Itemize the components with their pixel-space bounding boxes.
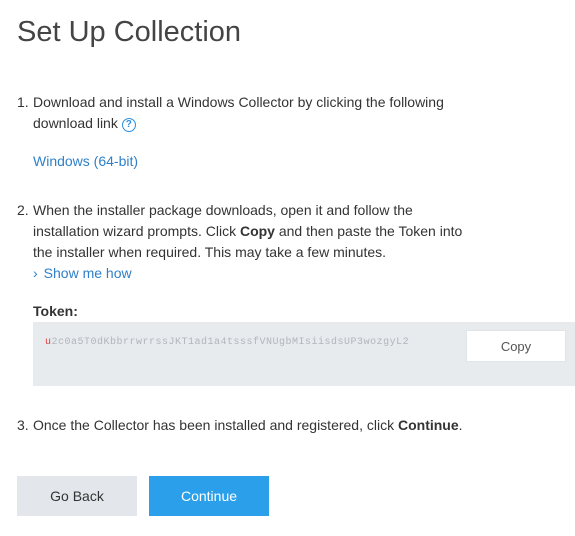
- token-value[interactable]: u2c0a5T0dKbbrrwrrssJKT1ad1a4tsssfVNUgbMI…: [45, 334, 455, 368]
- step-number: 2.: [17, 202, 29, 218]
- step-3-text-after: .: [458, 417, 463, 433]
- continue-button[interactable]: Continue: [149, 476, 269, 516]
- step-3: 3. Once the Collector has been installed…: [17, 415, 467, 436]
- step-3-bold-continue: Continue: [397, 417, 459, 433]
- step-3-text-before: Once the Collector has been installed an…: [33, 417, 398, 433]
- step-1-instruction: Download and install a Windows Collector…: [33, 94, 444, 131]
- question-circle-icon[interactable]: ?: [121, 118, 136, 132]
- page-title: Set Up Collection: [17, 16, 242, 48]
- step-number: 3.: [17, 417, 29, 433]
- step-2-bold-copy: Copy: [239, 223, 275, 239]
- step-3-text: Once the Collector has been installed an…: [33, 415, 467, 436]
- show-me-how-label: Show me how: [43, 265, 132, 281]
- windows-64bit-download-link[interactable]: Windows (64-bit): [33, 151, 138, 172]
- show-me-how-expander[interactable]: › Show me how: [33, 263, 132, 284]
- step-1: 1. Download and install a Windows Collec…: [17, 92, 467, 134]
- token-label: Token:: [33, 303, 78, 319]
- step-2: 2. When the installer package downloads,…: [17, 200, 467, 263]
- copy-token-button[interactable]: Copy: [466, 330, 566, 362]
- token-box: u2c0a5T0dKbbrrwrrssJKT1ad1a4tsssfVNUgbMI…: [33, 322, 575, 386]
- go-back-button[interactable]: Go Back: [17, 476, 137, 516]
- step-1-text: Download and install a Windows Collector…: [33, 92, 467, 134]
- step-number: 1.: [17, 94, 29, 110]
- chevron-right-icon: ›: [33, 265, 38, 281]
- step-2-text: When the installer package downloads, op…: [33, 200, 467, 263]
